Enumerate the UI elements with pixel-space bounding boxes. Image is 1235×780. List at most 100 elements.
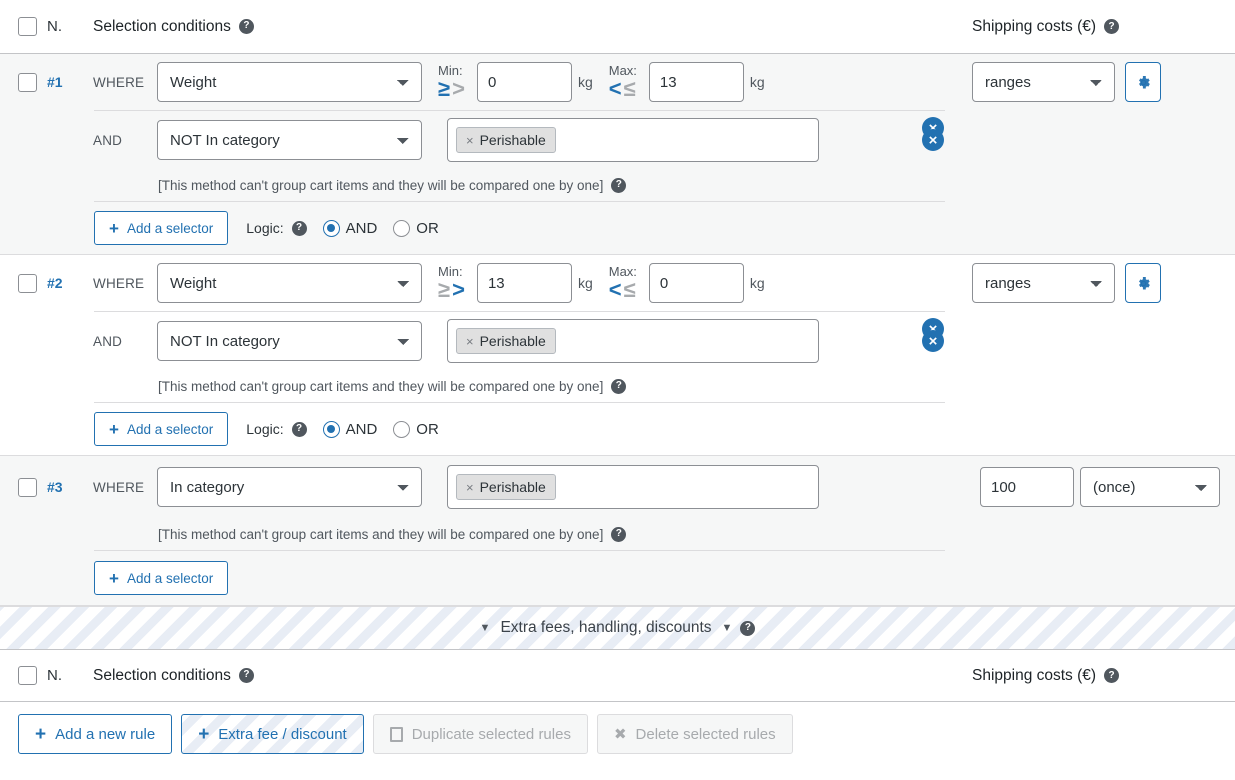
extra-fee-discount-label: Extra fee / discount [218,725,347,743]
rule-2-min-label: Min: [438,263,463,279]
rule-2-logic-group: Logic:? AND OR [246,420,439,438]
duplicate-icon [389,726,403,742]
rule-2-max-unit: kg [749,275,765,291]
rule-2-sub-condition-select[interactable]: NOT In category [157,321,422,361]
rule-3-checkbox[interactable] [18,477,37,497]
rule-2-max-op-lte[interactable]: ≤ [624,279,636,301]
rule-2-sub-delete-icon[interactable]: × [922,330,944,352]
rule-1-actions: + Add a selector Logic:? AND OR [0,202,1235,254]
help-icon[interactable]: ? [238,18,254,34]
select-all-checkbox-top[interactable] [18,17,37,36]
gear-icon-svg [1138,276,1150,289]
chevron-down-icon-right: ▼ [721,622,733,634]
tag-remove-icon[interactable]: × [466,480,474,495]
rule-3-cost-mode-select[interactable]: (once) [1080,467,1220,507]
footer-shipping-costs-text: Shipping costs (€) [972,666,1097,684]
help-icon[interactable]: ? [1104,19,1120,34]
gear-icon[interactable] [1125,263,1161,303]
rule-3-primary-line: #3 WHERE In category × Perishable (once) [0,456,1235,518]
rule-2-logic-or-label: OR [416,420,439,438]
rule-1-add-selector-button[interactable]: + Add a selector [94,211,229,245]
rule-1-min-group: Min: ≥ > [438,64,465,101]
extra-fees-bar[interactable]: ▼ Extra fees, handling, discounts ▼ ? [0,606,1235,650]
rule-2-max-group: Max: < ≤ [609,265,637,302]
select-all-checkbox-bottom[interactable] [18,666,37,685]
help-icon[interactable]: ? [740,620,756,636]
delete-selected-rules-button: ✖ Delete selected rules [596,714,793,754]
rule-2-max-op-lt[interactable]: < [609,279,622,301]
rule-2-note-text: [This method can't group cart items and … [158,378,604,394]
extra-fee-discount-button[interactable]: + Extra fee / discount [181,714,364,754]
rule-3-cost-input[interactable] [980,467,1074,507]
rule-row-3: #3 WHERE In category × Perishable (once)… [0,456,1235,606]
rule-2-logic-or-radio[interactable] [393,420,411,438]
rule-2-actions: + Add a selector Logic:? AND OR [0,403,1235,455]
rule-3-category-tagbox[interactable]: × Perishable [447,465,819,509]
rule-3-condition-select[interactable]: In category [157,467,422,507]
rule-2-min-input[interactable] [476,263,572,303]
rule-1-cost-mode-select[interactable]: ranges [972,62,1115,102]
table-header-top: N. Selection conditions? Shipping costs … [0,0,1235,54]
rule-1-condition-select[interactable]: Weight [157,62,422,102]
rule-1-sub-delete-icon[interactable]: × [922,129,944,151]
header-shipping-costs-text: Shipping costs (€) [972,17,1097,35]
help-icon[interactable]: ? [291,220,307,236]
help-icon[interactable]: ? [611,526,627,542]
rule-2-category-tag[interactable]: × Perishable [456,328,556,354]
rule-2-cost-mode-select[interactable]: ranges [972,263,1115,303]
help-icon[interactable]: ? [238,667,254,683]
footer-shipping-costs: Shipping costs (€)? [972,666,1120,685]
rule-1-max-input[interactable] [648,62,744,102]
rule-2-checkbox[interactable] [18,273,37,293]
rule-2-logic-and-radio[interactable] [322,420,340,438]
rule-1-logic-group: Logic:? AND OR [246,219,439,237]
header-selection-conditions: Selection conditions? [93,18,254,36]
rule-3-add-selector-button[interactable]: + Add a selector [94,561,229,595]
close-icon: ✖ [613,726,627,743]
rule-3-category-tag[interactable]: × Perishable [456,474,556,500]
rule-2-condition-select[interactable]: Weight [157,263,422,303]
header-shipping-costs: Shipping costs (€)? [972,17,1120,36]
rule-1-max-op-lte[interactable]: ≤ [624,78,636,100]
rule-2-primary-line: #2 WHERE Weight Min: ≥ > kg Max: < ≤ [0,255,1235,340]
rule-2-min-op-gte[interactable]: ≥ [438,279,450,301]
rule-2-logic-label: Logic:? [246,421,307,437]
add-new-rule-button[interactable]: + Add a new rule [18,714,173,754]
delete-selected-rules-label: Delete selected rules [635,725,776,743]
tag-remove-icon[interactable]: × [466,334,474,349]
rule-1-max-op-lt[interactable]: < [609,78,622,100]
duplicate-selected-rules-label: Duplicate selected rules [411,725,571,743]
rule-2-max-input[interactable] [648,263,744,303]
plus-icon: + [109,419,119,439]
rule-2-category-tagbox[interactable]: × Perishable [447,319,819,363]
extra-fees-label: Extra fees, handling, discounts [500,619,712,636]
rule-1-logic-or-radio[interactable] [393,219,411,237]
help-icon[interactable]: ? [611,177,627,193]
help-icon[interactable]: ? [1104,668,1120,683]
plus-icon: + [109,568,119,588]
rule-2-add-selector-button[interactable]: + Add a selector [94,412,229,446]
rule-1-min-op-gt[interactable]: > [452,78,465,100]
rule-row-1: #1 WHERE Weight Min: ≥ > kg Max: < ≤ [0,54,1235,255]
rule-2-min-op-gt[interactable]: > [452,279,465,301]
rule-1-min-unit: kg [577,74,593,90]
rule-1-number: #1 [47,74,63,90]
rule-1-max-unit: kg [749,74,765,90]
help-icon[interactable]: ? [291,421,307,437]
rule-1-sub-condition-select[interactable]: NOT In category [157,120,422,160]
tag-remove-icon[interactable]: × [466,133,474,148]
rule-2-logic-and-label: AND [345,420,378,438]
rule-1-logic-and-radio[interactable] [322,219,340,237]
rule-1-category-tagbox[interactable]: × Perishable [447,118,819,162]
rule-1-category-tag[interactable]: × Perishable [456,127,556,153]
rule-1-primary-line: #1 WHERE Weight Min: ≥ > kg Max: < ≤ [0,54,1235,139]
rule-1-min-op-gte[interactable]: ≥ [438,78,450,100]
rule-2-min-unit: kg [577,275,593,291]
rule-3-note-line: [This method can't group cart items and … [0,518,1235,550]
rule-1-checkbox[interactable] [18,72,37,92]
gear-icon[interactable] [1125,62,1161,102]
help-icon[interactable]: ? [611,378,627,394]
rule-1-min-input[interactable] [476,62,572,102]
rule-2-secondary-line: AND NOT In category × Perishable × [0,312,1235,370]
rule-3-note-text: [This method can't group cart items and … [158,526,604,542]
